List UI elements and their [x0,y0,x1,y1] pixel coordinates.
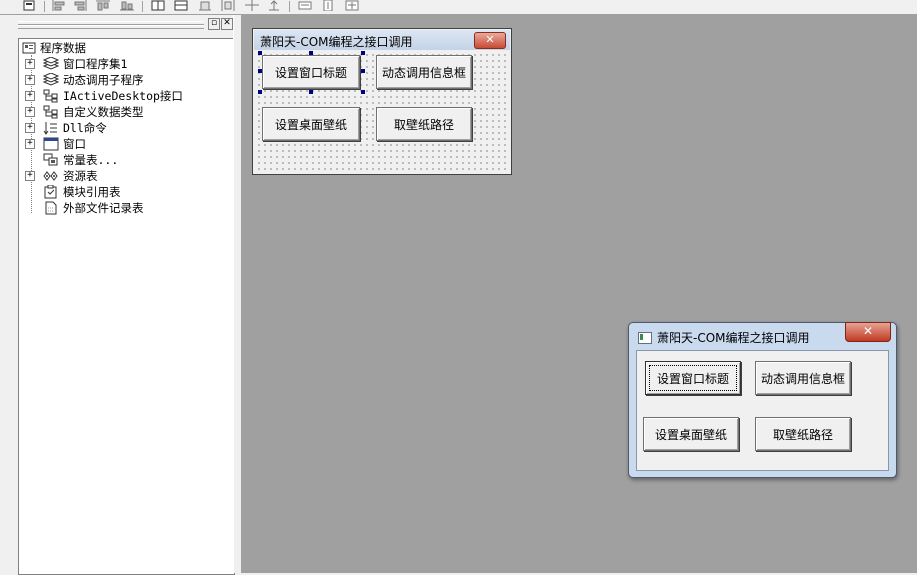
toolbar [0,0,917,15]
tree-item-dll-commands[interactable]: + Dll命令 [25,120,225,136]
design-form-close-button[interactable]: ✕ [474,32,506,49]
program-tree: 程序数据 + 窗口程序集1 + 动态调用子程序 + IActiveDesktop… [18,38,235,575]
expand-icon[interactable]: + [25,91,35,101]
module-icon [43,184,59,199]
tree-root-label: 程序数据 [40,41,86,55]
stack-icon [42,56,60,71]
tree-item-label: 模块引用表 [63,185,121,199]
arrow-up-icon[interactable] [267,0,281,11]
tree-item-label: 窗口程序集1 [63,57,128,71]
expand-icon[interactable]: + [25,59,35,69]
tree-item-module-refs[interactable]: 模块引用表 [25,184,225,200]
set-wallpaper-button[interactable]: 设置桌面壁纸 [643,417,739,451]
tree-item-window[interactable]: + 窗口 [25,136,225,152]
running-window-close-button[interactable]: ✕ [845,322,891,342]
center-horizontal-icon[interactable] [151,0,165,11]
align-top-icon[interactable] [96,0,110,11]
tree-item-iactivedesktop[interactable]: + IActiveDesktop接口 [25,88,225,104]
expand-icon[interactable]: + [25,171,35,181]
same-height-icon[interactable] [198,0,212,11]
tree-item-window-assembly[interactable]: + 窗口程序集1 [25,56,225,72]
tree-item-label: 动态调用子程序 [63,73,144,87]
dll-icon [43,121,59,135]
design-form-title: 萧阳天-COM编程之接口调用 [260,35,413,49]
tree-root[interactable]: 程序数据 [22,40,222,56]
running-window[interactable]: 萧阳天-COM编程之接口调用 ✕ 设置窗口标题 动态调用信息框 设置桌面壁纸 取… [628,322,897,478]
selection-handle[interactable] [258,69,262,73]
selection-handle[interactable] [361,90,365,94]
selection-handle[interactable] [309,90,313,94]
selection-handle[interactable] [361,51,365,55]
panel-title-bar: ▫ ✕ [18,17,233,31]
size-icon[interactable] [345,0,359,11]
toolbar-form-icon[interactable] [22,0,36,11]
program-data-panel: ▫ ✕ 程序数据 + 窗口程序集1 + 动态调用子程序 + IActiveDes… [0,15,240,575]
tree-item-custom-types[interactable]: + 自定义数据类型 [25,104,225,120]
expand-icon[interactable]: + [25,139,35,149]
selection-handle[interactable] [309,51,313,55]
panel-close-button[interactable]: ✕ [221,18,233,30]
design-form-title-bar[interactable]: 萧阳天-COM编程之接口调用 ✕ [254,30,510,50]
selection-handle[interactable] [258,51,262,55]
set-wallpaper-button[interactable]: 设置桌面壁纸 [262,107,360,141]
align-bottom-icon[interactable] [120,0,134,11]
stack-icon [42,72,60,87]
height-icon[interactable] [321,0,335,11]
set-window-title-button[interactable]: 设置窗口标题 [262,55,360,89]
tree-item-resources[interactable]: + 资源表 [25,168,225,184]
form-designer-canvas[interactable]: 萧阳天-COM编程之接口调用 ✕ 设置窗口标题 动态调用信息框 设置桌面壁纸 取… [241,15,917,573]
class-icon [43,105,59,119]
distribute-horizontal-icon[interactable] [221,0,235,11]
dynamic-msgbox-button[interactable]: 动态调用信息框 [376,55,472,89]
tree-item-label: 自定义数据类型 [63,105,144,119]
class-icon [43,89,59,103]
design-form-grid[interactable]: 设置窗口标题 动态调用信息框 设置桌面壁纸 取壁纸路径 [254,50,510,173]
constant-icon [43,153,59,167]
tree-item-label: 资源表 [63,169,98,183]
get-wallpaper-path-button[interactable]: 取壁纸路径 [755,417,851,451]
dynamic-msgbox-button[interactable]: 动态调用信息框 [755,361,851,395]
expand-icon[interactable]: + [25,123,35,133]
file-icon [43,201,59,215]
align-right-icon[interactable] [73,0,87,11]
set-window-title-button[interactable]: 设置窗口标题 [645,361,741,395]
selection-handle[interactable] [258,90,262,94]
tree-item-label: IActiveDesktop接口 [63,89,183,103]
running-window-client: 设置窗口标题 动态调用信息框 设置桌面壁纸 取壁纸路径 [636,350,889,471]
expand-icon[interactable]: + [25,107,35,117]
design-form[interactable]: 萧阳天-COM编程之接口调用 ✕ 设置窗口标题 动态调用信息框 设置桌面壁纸 取… [252,28,512,175]
get-wallpaper-path-button[interactable]: 取壁纸路径 [376,107,472,141]
center-vertical-icon[interactable] [174,0,188,11]
distribute-spacing-icon[interactable] [245,0,259,11]
selection-handle[interactable] [361,69,365,73]
tree-item-external-files[interactable]: 外部文件记录表 [25,200,225,216]
align-left-icon[interactable] [52,0,66,11]
window-icon [43,137,59,151]
tree-item-label: 外部文件记录表 [63,201,144,215]
expand-icon[interactable]: + [25,75,35,85]
tree-item-dynamic-sub[interactable]: + 动态调用子程序 [25,72,225,88]
tree-item-label: 常量表... [63,153,119,167]
panel-restore-button[interactable]: ▫ [208,18,220,30]
tree-item-constants[interactable]: 常量表... [25,152,225,168]
panel-grip[interactable] [18,25,204,29]
width-icon[interactable] [298,0,312,11]
resource-icon [43,169,59,183]
tree-item-label: 窗口 [63,137,86,151]
app-icon [638,332,652,344]
tree-item-label: Dll命令 [63,121,107,135]
running-window-title: 萧阳天-COM编程之接口调用 [657,331,810,345]
program-data-icon [22,41,38,55]
